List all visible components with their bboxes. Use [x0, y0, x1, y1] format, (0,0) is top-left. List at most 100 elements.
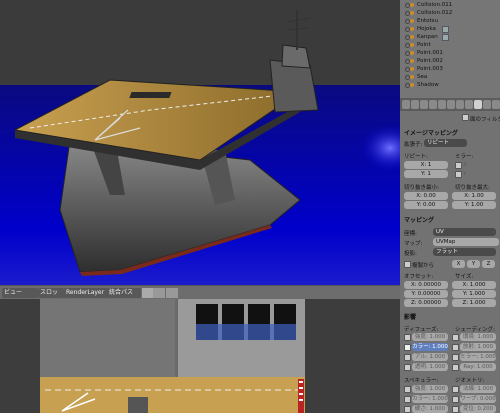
modifier-tab-icon[interactable] — [447, 100, 455, 109]
offset-y-field[interactable]: Y: 0.00000 — [404, 290, 448, 298]
shading-ray-checkbox[interactable] — [452, 364, 459, 371]
mapping-header[interactable]: マッピング — [404, 215, 434, 224]
geometry-displace-checkbox[interactable] — [452, 406, 459, 413]
texture-tab-icon[interactable] — [474, 100, 482, 109]
crop-min-x-field[interactable]: X: 0.00 — [404, 192, 448, 200]
mirror-y-checkbox[interactable] — [455, 171, 462, 178]
face-filter-checkbox[interactable] — [462, 114, 469, 121]
render-tab-icon[interactable] — [402, 100, 410, 109]
axis-x-dropdown[interactable]: X — [452, 260, 465, 268]
geometry-normal-field[interactable]: 法線: 1.000 — [460, 385, 496, 393]
3d-viewport[interactable] — [0, 0, 400, 285]
specular-hardness-field[interactable]: 硬さ: 1.000 — [412, 405, 448, 413]
shading-mirror-field[interactable]: ミラー: 1.000 — [460, 353, 496, 361]
outliner-item[interactable]: Shadow — [400, 81, 500, 89]
diffuse-label: ディフューズ: — [404, 327, 439, 333]
material-tab-icon[interactable] — [465, 100, 473, 109]
constraint-tab-icon[interactable] — [438, 100, 446, 109]
object-icon — [410, 3, 414, 7]
outliner-item[interactable]: Point.002 — [400, 57, 500, 65]
crop-max-y-field[interactable]: Y: 1.00 — [452, 201, 496, 209]
geometry-label: ジオメトリ: — [455, 378, 485, 384]
shading-emit-field[interactable]: 放射: 1.000 — [460, 343, 496, 351]
particles-tab-icon[interactable] — [483, 100, 491, 109]
coords-dropdown[interactable]: UV — [433, 228, 496, 236]
geometry-warp-field[interactable]: ワープ: 0.000 — [460, 395, 496, 403]
slot-dropdown[interactable]: スロット — [38, 288, 64, 306]
outliner-item[interactable]: Entotsu — [400, 17, 500, 25]
lamp-icon — [410, 43, 414, 47]
outliner-item[interactable]: Sea — [400, 73, 500, 81]
influence-header[interactable]: 影響 — [404, 312, 416, 321]
diffuse-translucency-field[interactable]: 透明: 1.000 — [412, 363, 448, 371]
repeat-y-field[interactable]: Y: 1 — [404, 170, 448, 178]
shading-ambient-field[interactable]: 環境: 1.000 — [460, 333, 496, 341]
diffuse-intensity-checkbox[interactable] — [404, 334, 411, 341]
geometry-displace-field[interactable]: 変位: 0.200 — [460, 405, 496, 413]
mirror-y-label: Y — [463, 171, 467, 177]
outliner-item[interactable]: Hojoka — [400, 25, 500, 33]
mirror-label: ミラー: — [455, 154, 474, 160]
pin-icon[interactable] — [153, 288, 165, 298]
world-tab-icon[interactable] — [420, 100, 428, 109]
size-z-field[interactable]: Z: 1.000 — [452, 299, 496, 307]
channels-icon[interactable] — [166, 288, 178, 298]
geometry-warp-checkbox[interactable] — [452, 396, 459, 403]
shading-ray-field[interactable]: Ray: 1.000 — [460, 363, 496, 371]
physics-tab-icon[interactable] — [492, 100, 500, 109]
diffuse-intensity-field[interactable]: 強度: 1.000 — [412, 333, 448, 341]
view-menu[interactable]: ビュー — [2, 288, 38, 298]
size-label: サイズ: — [455, 274, 474, 280]
mirror-x-label: X — [463, 162, 467, 168]
specular-color-field[interactable]: カラー: 1.000 — [412, 395, 448, 403]
specular-intensity-field[interactable]: 強度: 1.000 — [412, 385, 448, 393]
object-tab-icon[interactable] — [429, 100, 437, 109]
specular-color-checkbox[interactable] — [404, 396, 411, 403]
offset-x-field[interactable]: X: 0.00000 — [404, 281, 448, 289]
carrier-model-render — [13, 10, 400, 276]
crop-min-y-field[interactable]: Y: 0.00 — [404, 201, 448, 209]
outliner-item[interactable]: Collision.011 — [400, 1, 500, 9]
shading-emit-checkbox[interactable] — [452, 344, 459, 351]
outliner-item[interactable]: Point.001 — [400, 49, 500, 57]
outliner-item[interactable]: Collision.012 — [400, 9, 500, 17]
from-dupli-checkbox[interactable] — [404, 261, 411, 268]
diffuse-alpha-field[interactable]: アル: 1.000 — [412, 353, 448, 361]
repeat-x-field[interactable]: X: 1 — [404, 161, 448, 169]
mirror-x-checkbox[interactable] — [455, 162, 462, 169]
diffuse-translucency-checkbox[interactable] — [404, 364, 411, 371]
diffuse-color-field[interactable]: カラー: 1.000 — [412, 343, 448, 351]
size-x-field[interactable]: X: 1.000 — [452, 281, 496, 289]
data-tab-icon[interactable] — [456, 100, 464, 109]
crop-max-label: 切り抜き最大: — [455, 185, 490, 191]
properties-panel[interactable]: 面のフィルター イメージマッピング 拡張子: リピート リピート: ミラー: X… — [400, 98, 500, 413]
image-mapping-header[interactable]: イメージマッピング — [404, 128, 458, 137]
specular-intensity-checkbox[interactable] — [404, 386, 411, 393]
shading-ambient-checkbox[interactable] — [452, 334, 459, 341]
extension-dropdown[interactable]: リピート — [424, 139, 467, 147]
offset-z-field[interactable]: Z: 0.00000 — [404, 299, 448, 307]
render-layer-dropdown[interactable]: RenderLayer — [64, 288, 108, 298]
pass-dropdown[interactable]: 統合パス — [107, 288, 141, 298]
geometry-normal-checkbox[interactable] — [452, 386, 459, 393]
face-filter-label: 面のフィルター — [470, 117, 500, 123]
extension-label: 拡張子: — [404, 142, 423, 148]
size-y-field[interactable]: Y: 1.000 — [452, 290, 496, 298]
outliner-item[interactable]: Point — [400, 41, 500, 49]
shading-mirror-checkbox[interactable] — [452, 354, 459, 361]
image-editor[interactable] — [0, 299, 400, 413]
uv-map-field[interactable]: UVMap — [433, 238, 499, 246]
axis-y-dropdown[interactable]: Y — [467, 260, 480, 268]
outliner-item[interactable]: Point.003 — [400, 65, 500, 73]
diffuse-color-checkbox[interactable] — [404, 344, 411, 351]
specular-hardness-checkbox[interactable] — [404, 406, 411, 413]
scene-tab-icon[interactable] — [411, 100, 419, 109]
outliner-item[interactable]: Kanpan — [400, 33, 500, 41]
crop-max-x-field[interactable]: X: 1.00 — [452, 192, 496, 200]
diffuse-alpha-checkbox[interactable] — [404, 354, 411, 361]
axis-z-dropdown[interactable]: Z — [482, 260, 495, 268]
projection-dropdown[interactable]: フラット — [433, 248, 496, 256]
properties-tabs — [400, 98, 500, 111]
mesh-icon — [442, 26, 449, 33]
outliner[interactable]: Collision.011 Collision.012 Entotsu Hojo… — [400, 0, 500, 98]
